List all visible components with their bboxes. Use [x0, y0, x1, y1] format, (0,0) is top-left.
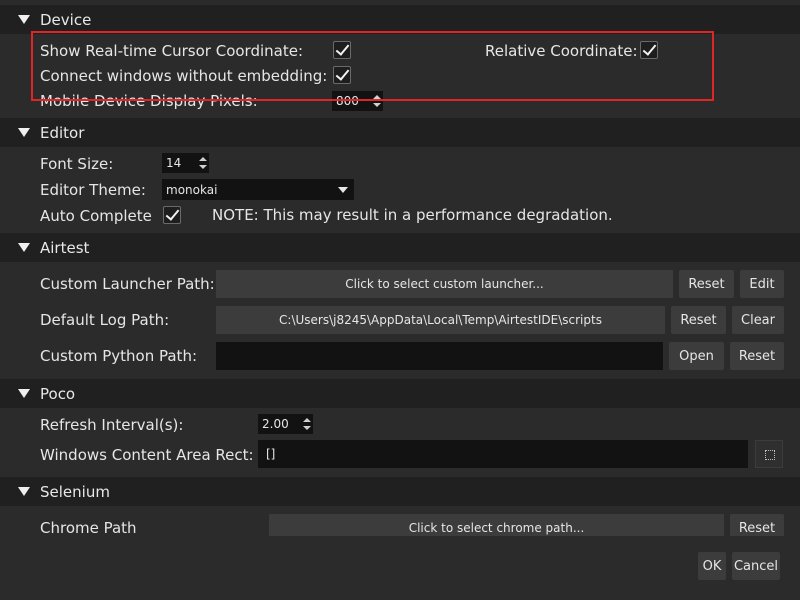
- python-open-button[interactable]: Open: [669, 342, 724, 370]
- section-header-airtest[interactable]: Airtest: [0, 233, 800, 262]
- custom-python-input[interactable]: [216, 342, 663, 370]
- font-size-label: Font Size:: [40, 155, 114, 173]
- section-title-poco: Poco: [40, 384, 76, 403]
- python-reset-button[interactable]: Reset: [730, 342, 784, 370]
- highlight-box: [31, 31, 714, 101]
- launcher-edit-button[interactable]: Edit: [740, 270, 784, 298]
- section-title-selenium: Selenium: [40, 482, 110, 501]
- section-header-poco[interactable]: Poco: [0, 379, 800, 408]
- custom-launcher-label: Custom Launcher Path:: [40, 275, 215, 293]
- custom-launcher-field[interactable]: Click to select custom launcher...: [216, 270, 673, 298]
- section-title-device: Device: [40, 10, 92, 29]
- collapse-triangle-icon[interactable]: [18, 487, 30, 496]
- chrome-path-label: Chrome Path: [40, 519, 137, 537]
- editor-theme-value: monokai: [166, 182, 218, 197]
- content-area-rect-label: Windows Content Area Rect:: [40, 446, 254, 464]
- collapse-triangle-icon[interactable]: [18, 389, 30, 398]
- auto-complete-note: NOTE: This may result in a performance d…: [212, 206, 613, 224]
- launcher-reset-button[interactable]: Reset: [679, 270, 734, 298]
- section-title-airtest: Airtest: [40, 238, 90, 257]
- font-size-spinbox[interactable]: 14: [162, 153, 209, 173]
- select-area-icon[interactable]: [755, 440, 783, 468]
- ok-button[interactable]: OK: [698, 552, 726, 580]
- dropdown-caret-icon: [338, 187, 348, 193]
- dialog-footer: OK Cancel: [0, 536, 800, 600]
- refresh-interval-spinbox[interactable]: 2.00: [258, 414, 313, 434]
- auto-complete-label: Auto Complete: [40, 207, 152, 225]
- log-reset-button[interactable]: Reset: [671, 306, 726, 334]
- log-clear-button[interactable]: Clear: [732, 306, 784, 334]
- section-header-editor[interactable]: Editor: [0, 118, 800, 147]
- spin-arrows-icon[interactable]: [197, 153, 209, 173]
- custom-python-label: Custom Python Path:: [40, 347, 198, 365]
- content-area-rect-input[interactable]: []: [258, 440, 748, 468]
- cancel-button[interactable]: Cancel: [732, 552, 780, 580]
- section-header-selenium[interactable]: Selenium: [0, 477, 800, 506]
- font-size-value: 14: [166, 156, 182, 170]
- section-header-device[interactable]: Device: [0, 5, 800, 34]
- default-log-field[interactable]: C:\Users\j8245\AppData\Local\Temp\Airtes…: [216, 306, 665, 334]
- spin-arrows-icon[interactable]: [301, 414, 313, 434]
- auto-complete-checkbox[interactable]: [163, 206, 181, 224]
- collapse-triangle-icon[interactable]: [18, 243, 30, 252]
- refresh-interval-label: Refresh Interval(s):: [40, 416, 184, 434]
- section-title-editor: Editor: [40, 123, 85, 142]
- collapse-triangle-icon[interactable]: [18, 15, 30, 24]
- editor-theme-select[interactable]: monokai: [162, 179, 354, 200]
- default-log-label: Default Log Path:: [40, 311, 170, 329]
- collapse-triangle-icon[interactable]: [18, 128, 30, 137]
- editor-theme-label: Editor Theme:: [40, 181, 146, 199]
- refresh-interval-value: 2.00: [262, 417, 289, 431]
